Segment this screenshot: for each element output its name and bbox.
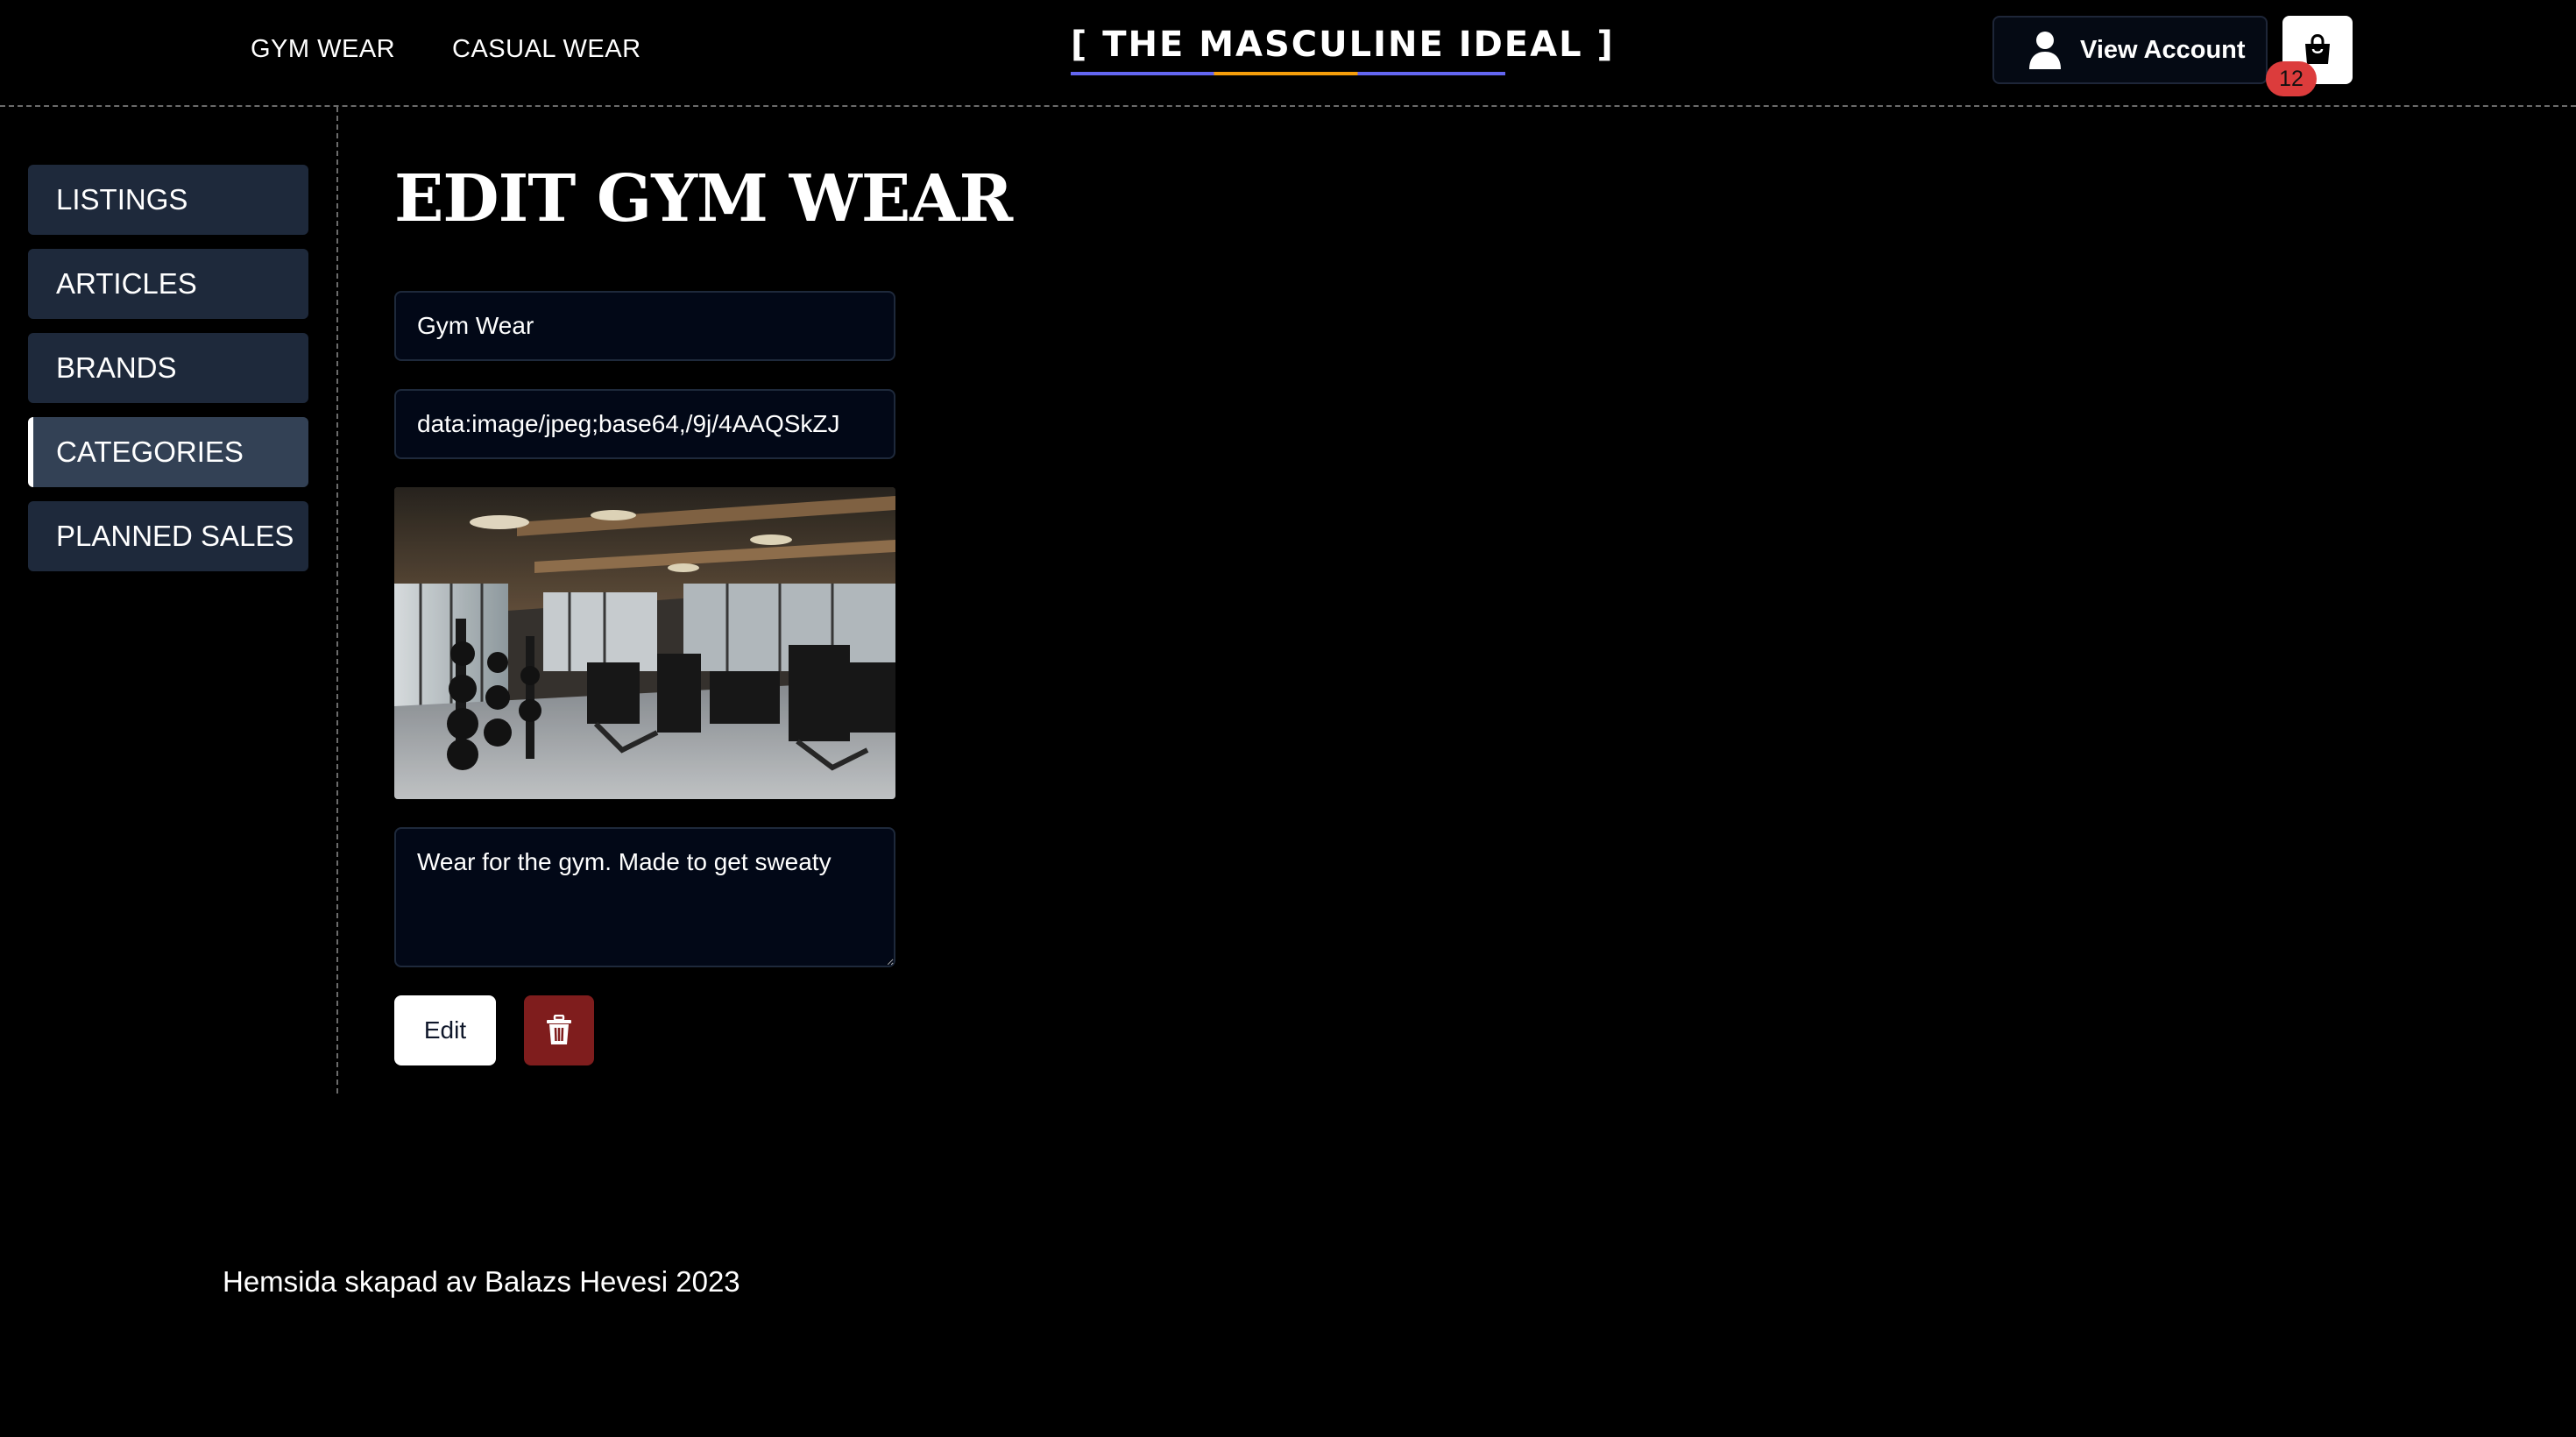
category-image-preview xyxy=(394,487,895,799)
view-account-button[interactable]: View Account xyxy=(1992,16,2268,84)
admin-sidebar: LISTINGS ARTICLES BRANDS CATEGORIES PLAN… xyxy=(0,107,338,1094)
sidebar-item-planned-sales[interactable]: PLANNED SALES xyxy=(28,501,308,571)
sidebar-item-brands[interactable]: BRANDS xyxy=(28,333,308,403)
page-title: EDIT GYM WEAR xyxy=(394,161,1013,237)
delete-button[interactable] xyxy=(524,995,594,1065)
description-textarea[interactable]: Wear for the gym. Made to get sweaty xyxy=(394,827,895,967)
footer-credit: Hemsida skapad av Balazs Hevesi 2023 xyxy=(223,1265,740,1298)
sidebar-item-categories[interactable]: CATEGORIES xyxy=(28,417,308,487)
cart-count-badge: 12 xyxy=(2266,61,2317,96)
sidebar-item-articles[interactable]: ARTICLES xyxy=(28,249,308,319)
nav-link-gym-wear[interactable]: GYM WEAR xyxy=(251,35,395,64)
nav-link-casual-wear[interactable]: CASUAL WEAR xyxy=(452,35,641,64)
trash-icon xyxy=(547,1015,571,1044)
image-url-input[interactable] xyxy=(394,389,895,459)
gym-interior-image xyxy=(394,487,895,799)
user-icon xyxy=(2029,32,2061,69)
edit-button[interactable]: Edit xyxy=(394,995,496,1065)
sidebar-item-listings[interactable]: LISTINGS xyxy=(28,165,308,235)
shopping-bag-icon xyxy=(2305,33,2330,64)
view-account-label: View Account xyxy=(2080,35,2246,64)
site-logo[interactable]: [ THE MASCULINE IDEAL ] xyxy=(1071,25,1615,81)
category-name-input[interactable] xyxy=(394,291,895,361)
logo-text: [ THE MASCULINE IDEAL ] xyxy=(1071,25,1615,65)
logo-underline xyxy=(1071,72,1505,75)
top-header: GYM WEAR CASUAL WEAR [ THE MASCULINE IDE… xyxy=(0,0,2576,107)
